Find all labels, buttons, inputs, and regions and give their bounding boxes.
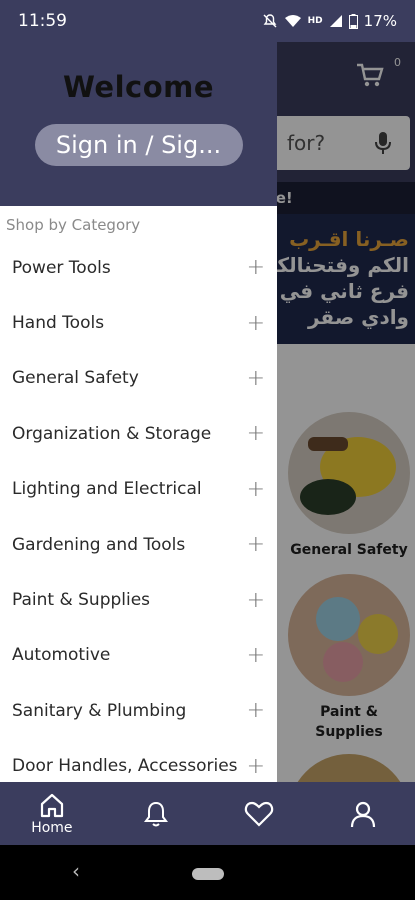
user-icon: [351, 801, 376, 827]
expand-plus-icon[interactable]: +: [247, 366, 265, 391]
expand-plus-icon[interactable]: +: [247, 532, 265, 557]
bell-icon: [143, 801, 168, 826]
drawer-item-label: Organization & Storage: [12, 423, 212, 444]
wifi-icon: [284, 15, 301, 27]
expand-plus-icon[interactable]: +: [247, 421, 265, 446]
drawer-item-label: Gardening and Tools: [12, 534, 186, 555]
drawer-item-hand-tools[interactable]: Hand Tools +: [0, 295, 277, 350]
home-icon: [40, 793, 63, 818]
expand-plus-icon[interactable]: +: [247, 643, 265, 668]
drawer-item-paint-supplies[interactable]: Paint & Supplies +: [0, 572, 277, 627]
expand-plus-icon[interactable]: +: [247, 754, 265, 779]
sign-in-button[interactable]: Sign in / Sig...: [34, 124, 243, 166]
status-time: 11:59: [18, 11, 67, 31]
nav-home[interactable]: Home: [12, 791, 92, 836]
nav-notifications[interactable]: [116, 800, 196, 828]
nav-wishlist[interactable]: [219, 801, 299, 827]
drawer-item-label: General Safety: [12, 368, 139, 389]
drawer-item-gardening-tools[interactable]: Gardening and Tools +: [0, 517, 277, 572]
mute-icon: [263, 14, 277, 28]
status-icons: HD 17%: [262, 12, 397, 30]
status-bar: 11:59 HD 17%: [0, 0, 415, 42]
system-navigation-bar: ‹: [0, 845, 415, 900]
expand-plus-icon[interactable]: +: [247, 588, 265, 613]
expand-plus-icon[interactable]: +: [247, 477, 265, 502]
back-chevron-icon[interactable]: ‹: [72, 859, 80, 883]
nav-account[interactable]: [323, 800, 403, 828]
drawer-item-lighting-electrical[interactable]: Lighting and Electrical +: [0, 462, 277, 517]
drawer-item-label: Door Handles, Accessories: [12, 756, 238, 777]
signal-icon: [329, 15, 342, 27]
bottom-navigation: Home: [0, 782, 415, 845]
drawer-item-organization-storage[interactable]: Organization & Storage +: [0, 406, 277, 461]
drawer-item-power-tools[interactable]: Power Tools +: [0, 240, 277, 295]
welcome-heading: Welcome: [62, 70, 215, 104]
drawer-item-sanitary-plumbing[interactable]: Sanitary & Plumbing +: [0, 683, 277, 738]
home-pill-button[interactable]: [192, 868, 224, 880]
expand-plus-icon[interactable]: +: [247, 311, 265, 336]
drawer-item-general-safety[interactable]: General Safety +: [0, 351, 277, 406]
section-title: Shop by Category: [6, 216, 141, 234]
drawer-item-automotive[interactable]: Automotive +: [0, 628, 277, 683]
drawer-item-label: Hand Tools: [12, 313, 105, 334]
drawer-header: Welcome Sign in / Sig...: [0, 42, 277, 206]
nav-home-label: Home: [31, 820, 73, 836]
drawer-item-door-handles[interactable]: Door Handles, Accessories +: [0, 739, 277, 782]
drawer-item-label: Paint & Supplies: [12, 590, 151, 611]
drawer-item-label: Lighting and Electrical: [12, 479, 202, 500]
heart-icon: [245, 801, 274, 827]
expand-plus-icon[interactable]: +: [247, 698, 265, 723]
expand-plus-icon[interactable]: +: [247, 255, 265, 280]
drawer-item-label: Sanitary & Plumbing: [12, 700, 187, 721]
drawer-item-label: Power Tools: [12, 257, 111, 278]
navigation-drawer: Welcome Sign in / Sig... Shop by Categor…: [0, 42, 277, 782]
battery-percent: 17%: [363, 12, 397, 30]
battery-icon: [348, 13, 358, 29]
network-type: HD: [307, 16, 323, 26]
drawer-item-label: Automotive: [12, 645, 111, 666]
